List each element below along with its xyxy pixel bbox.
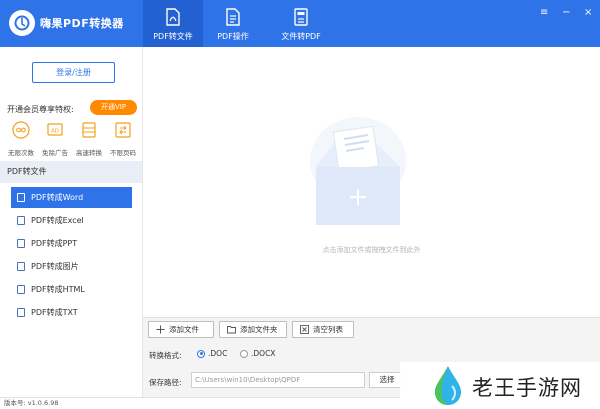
- perk-label: 高速转换: [76, 149, 102, 157]
- format-option-docx[interactable]: .DOCX: [240, 349, 275, 358]
- perk-no-ads: AD 免除广告: [38, 121, 72, 157]
- tab-pdf-operations[interactable]: PDF操作: [203, 0, 263, 47]
- version-text: 版本号: v1.0.6.98: [4, 399, 59, 407]
- image-icon: [17, 262, 25, 271]
- clear-icon: [300, 325, 309, 334]
- format-option-label: .DOC: [208, 349, 228, 358]
- tab-pdf-to-file[interactable]: PDF转文件: [143, 0, 203, 47]
- watermark: 老王手游网: [400, 362, 600, 409]
- clear-list-button[interactable]: 清空列表: [292, 321, 354, 338]
- logo-icon: [14, 15, 30, 31]
- sidebar-item-pdf-to-image[interactable]: PDF转成图片: [11, 256, 132, 277]
- svg-text:AD: AD: [51, 129, 59, 135]
- add-file-label: 添加文件: [169, 325, 199, 334]
- tab-label: PDF操作: [217, 32, 249, 41]
- format-label: 转换格式:: [149, 351, 182, 360]
- tab-label: 文件转PDF: [281, 32, 321, 41]
- page-icon: [115, 122, 131, 138]
- save-path-label: 保存路径:: [149, 378, 182, 387]
- sidebar-item-label: PDF转成图片: [31, 262, 79, 271]
- radio-selected-icon: [197, 349, 205, 358]
- water-drop-logo-icon: [435, 366, 461, 405]
- add-folder-label: 添加文件夹: [240, 325, 278, 334]
- no-ad-icon: AD: [47, 123, 63, 136]
- sidebar-item-pdf-to-txt[interactable]: PDF转成TXT: [11, 302, 132, 323]
- app-title: 嗨果PDF转换器: [40, 17, 124, 30]
- sidebar-item-label: PDF转成PPT: [31, 239, 78, 248]
- perk-label: 免除广告: [42, 149, 68, 157]
- login-button[interactable]: 登录/注册: [32, 62, 115, 83]
- perk-fast: 高速转换: [72, 121, 106, 157]
- sidebar-item-label: PDF转成TXT: [31, 308, 78, 317]
- sidebar-item-pdf-to-ppt[interactable]: PDF转成PPT: [11, 233, 132, 254]
- open-vip-button[interactable]: 开通VIP: [90, 100, 137, 115]
- infinity-icon: [12, 121, 30, 139]
- folder-icon: [227, 326, 236, 334]
- add-file-button[interactable]: 添加文件: [148, 321, 214, 338]
- title-bar: 嗨果PDF转换器 PDF转文件 PDF操作 文件转PDF ≡ − ×: [0, 0, 600, 47]
- drop-hint: 点击添加文件或拖拽文件到此外: [322, 246, 421, 254]
- folder-upload-icon: [310, 117, 406, 225]
- app-logo: [9, 10, 35, 36]
- pdf-file-icon: [166, 8, 180, 26]
- vip-perks: 无限次数 AD 免除广告 高速转换 不限页码: [4, 121, 140, 157]
- sidebar: 登录/注册 开通会员尊享特权: 开通VIP 无限次数 AD 免除广告 高速转换: [0, 47, 143, 397]
- txt-icon: [17, 308, 25, 317]
- tab-label: PDF转文件: [153, 32, 193, 41]
- sidebar-item-pdf-to-excel[interactable]: PDF转成Excel: [11, 210, 132, 231]
- clear-list-label: 清空列表: [313, 325, 343, 334]
- file-convert-icon: [294, 8, 308, 26]
- window-controls: ≡ − ×: [540, 7, 592, 18]
- speed-icon: [82, 122, 96, 138]
- add-folder-button[interactable]: 添加文件夹: [219, 321, 287, 338]
- sidebar-item-label: PDF转成Word: [31, 193, 84, 202]
- perk-label: 不限页码: [110, 149, 136, 157]
- main-tabs: PDF转文件 PDF操作 文件转PDF: [143, 0, 339, 47]
- conversion-menu: PDF转成Word PDF转成Excel PDF转成PPT PDF转成图片 PD…: [11, 187, 132, 325]
- word-icon: [17, 193, 25, 202]
- minimize-icon[interactable]: −: [562, 7, 570, 18]
- section-title: PDF转文件: [0, 161, 142, 183]
- vip-title: 开通会员尊享特权:: [7, 105, 74, 114]
- html-icon: [17, 285, 25, 294]
- excel-icon: [17, 216, 25, 225]
- tab-file-to-pdf[interactable]: 文件转PDF: [263, 0, 339, 47]
- perk-unlimited: 无限次数: [4, 121, 38, 157]
- close-icon[interactable]: ×: [584, 7, 592, 18]
- format-option-doc[interactable]: .DOC: [197, 349, 227, 358]
- sidebar-item-label: PDF转成Excel: [31, 216, 84, 225]
- document-icon: [226, 8, 240, 26]
- perk-label: 无限次数: [8, 149, 34, 157]
- sidebar-item-pdf-to-word[interactable]: PDF转成Word: [11, 187, 132, 208]
- watermark-text: 老王手游网: [472, 376, 582, 400]
- perk-unlimited-pages: 不限页码: [106, 121, 140, 157]
- ppt-icon: [17, 239, 25, 248]
- file-drop-area[interactable]: 点击添加文件或拖拽文件到此外: [143, 47, 600, 317]
- menu-icon[interactable]: ≡: [540, 7, 548, 18]
- format-option-label: .DOCX: [251, 349, 276, 358]
- radio-unselected-icon: [240, 349, 248, 358]
- sidebar-item-pdf-to-html[interactable]: PDF转成HTML: [11, 279, 132, 300]
- plus-icon: [156, 325, 165, 334]
- save-path-input[interactable]: C:\Users\win10\Desktop\QPDF: [191, 372, 365, 388]
- sidebar-item-label: PDF转成HTML: [31, 285, 85, 294]
